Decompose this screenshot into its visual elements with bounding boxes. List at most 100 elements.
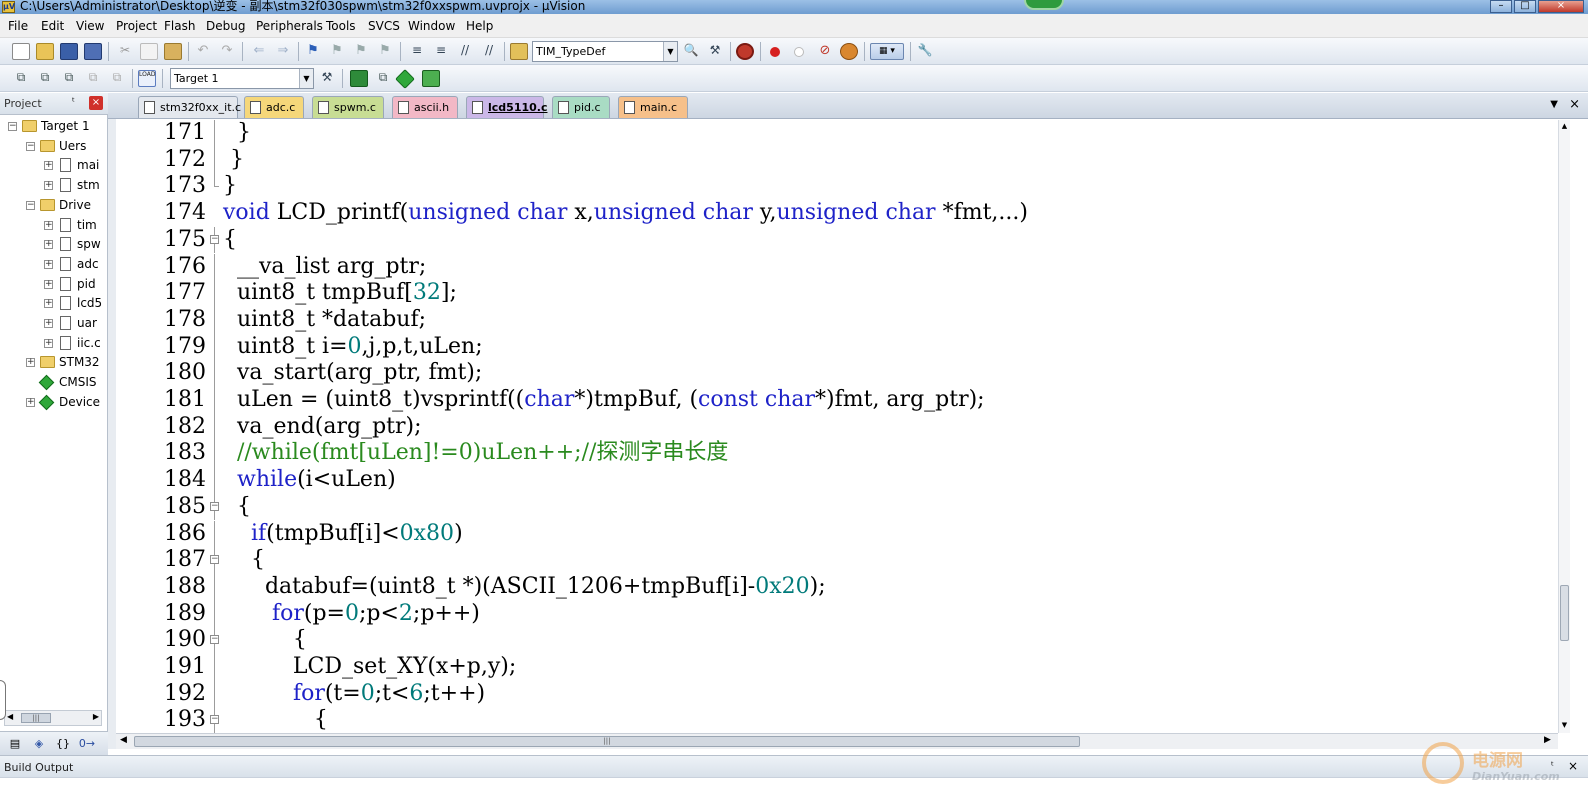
tree-item[interactable]: + STM32	[0, 353, 106, 372]
templates-tab-icon[interactable]: 0→	[76, 735, 98, 753]
tree-item[interactable]: − Drive	[0, 196, 106, 215]
indent-icon[interactable]: ≡	[408, 43, 426, 60]
menu-peripherals[interactable]: Peripherals	[256, 19, 323, 33]
tree-item[interactable]: + stm	[0, 176, 106, 195]
tab-file[interactable]: main.c	[618, 96, 688, 118]
tab-file[interactable]: stm32f0xx_it.c	[138, 96, 241, 118]
menu-svcs[interactable]: SVCS	[368, 19, 400, 33]
vscroll-thumb[interactable]	[1560, 585, 1569, 641]
close-window-button[interactable]: ×	[1538, 0, 1584, 13]
project-tab-icon[interactable]: ▤	[4, 735, 26, 753]
find-icon[interactable]: 🔍	[682, 43, 700, 60]
tree-item[interactable]: + uar	[0, 314, 106, 333]
hscroll-thumb[interactable]: |||	[134, 736, 1080, 747]
cut-icon[interactable]: ✂	[116, 43, 134, 60]
functions-tab-icon[interactable]: {}	[52, 735, 74, 753]
menu-flash[interactable]: Flash	[164, 19, 195, 33]
code-line[interactable]: while(i<uLen)	[223, 467, 396, 494]
menu-edit[interactable]: Edit	[41, 19, 64, 33]
menu-view[interactable]: View	[76, 19, 104, 33]
incremental-find-icon[interactable]: ⚒	[706, 43, 724, 60]
new-file-icon[interactable]	[12, 43, 30, 60]
copy-icon[interactable]	[140, 43, 158, 60]
minimize-button[interactable]: –	[1490, 0, 1512, 13]
target-combo[interactable]: Target 1 ▼	[170, 68, 314, 89]
expand-icon[interactable]: +	[44, 181, 53, 191]
debug-session-icon[interactable]	[736, 43, 754, 60]
tab-file[interactable]: spwm.c	[312, 96, 384, 118]
books-tab-icon[interactable]: ◈	[28, 735, 50, 753]
save-all-icon[interactable]	[84, 43, 102, 60]
code-line[interactable]: uLen = (uint8_t)vsprintf((char*)tmpBuf, …	[223, 387, 985, 414]
expand-icon[interactable]: +	[44, 259, 53, 269]
save-icon[interactable]	[60, 43, 78, 60]
expand-icon[interactable]: +	[44, 338, 53, 348]
code-line[interactable]: if(tmpBuf[i]<0x80)	[223, 521, 463, 548]
collapse-icon[interactable]: −	[210, 234, 219, 244]
code-line[interactable]: }	[223, 147, 244, 174]
code-line[interactable]: }	[223, 120, 251, 147]
expand-icon[interactable]: +	[44, 319, 53, 328]
collapse-icon[interactable]: −	[26, 141, 35, 151]
scroll-down-icon[interactable]: ▼	[1560, 721, 1569, 729]
collapse-icon[interactable]: −	[26, 200, 35, 210]
scroll-left-icon[interactable]: ◀	[7, 712, 13, 721]
collapse-icon[interactable]: −	[210, 555, 219, 565]
collapse-icon[interactable]: −	[210, 501, 219, 511]
pack-installer-icon[interactable]	[422, 70, 440, 87]
rebuild-icon[interactable]: ⧉	[60, 70, 78, 87]
bookmark-icon[interactable]: ⚑	[304, 43, 322, 60]
build-icon[interactable]: ⧉	[36, 70, 54, 87]
close-tab-icon[interactable]: ×	[1569, 97, 1580, 112]
tree-item[interactable]: + lcd5	[0, 294, 106, 313]
stop-build-icon[interactable]: ⧉	[108, 70, 126, 87]
menu-project[interactable]: Project	[116, 19, 157, 33]
tree-item[interactable]: + spw	[0, 235, 106, 254]
find-combo[interactable]: TIM_TypeDef ▼	[532, 41, 678, 62]
project-hscrollbar[interactable]: ◀ ||| ▶	[4, 710, 102, 726]
tree-item[interactable]: − Uers	[0, 137, 106, 156]
target-options-icon[interactable]: ⚒	[318, 70, 336, 87]
kill-breakpoints-icon[interactable]: ⊘	[816, 43, 834, 60]
code-line[interactable]: }	[223, 173, 237, 200]
code-line[interactable]: void LCD_printf(unsigned char x,unsigned…	[223, 200, 1028, 227]
expand-icon[interactable]: +	[44, 240, 53, 250]
tree-item[interactable]: + mai	[0, 156, 106, 175]
fold-marker[interactable]: −	[210, 226, 220, 254]
clear-bookmarks-icon[interactable]: ⚑	[376, 43, 394, 60]
undo-icon[interactable]: ↶	[194, 43, 212, 60]
code-line[interactable]: {	[223, 227, 237, 254]
editor-vscrollbar[interactable]: ▲ ▼	[1558, 120, 1570, 733]
expand-icon[interactable]: +	[44, 161, 53, 171]
fold-marker[interactable]: −	[210, 707, 220, 733]
code-line[interactable]: databuf=(uint8_t *)(ASCII_1206+tmpBuf[i]…	[223, 574, 826, 601]
disable-breakpoint-icon[interactable]	[794, 47, 804, 57]
breakpoint-icon[interactable]	[770, 47, 780, 57]
configure-icon[interactable]: 🔧	[916, 43, 934, 60]
tree-item[interactable]: CMSIS	[0, 373, 106, 392]
expand-icon[interactable]: +	[44, 299, 53, 309]
next-bookmark-icon[interactable]: ⚑	[352, 43, 370, 60]
tab-file[interactable]: lcd5110.c	[466, 96, 547, 118]
code-line[interactable]: {	[223, 547, 265, 574]
fold-marker[interactable]: −	[210, 627, 220, 654]
scroll-thumb[interactable]: |||	[21, 713, 51, 723]
code-line[interactable]: uint8_t tmpBuf[32];	[223, 280, 457, 307]
tab-list-icon[interactable]: ▼	[1550, 99, 1558, 110]
tree-item[interactable]: + tim	[0, 216, 106, 235]
expand-icon[interactable]: +	[26, 358, 35, 368]
collapse-icon[interactable]: −	[8, 122, 17, 131]
code-line[interactable]: for(t=0;t<6;t++)	[223, 681, 485, 708]
nav-back-icon[interactable]: ⇐	[250, 43, 268, 60]
tab-file[interactable]: adc.c	[244, 96, 304, 118]
fold-marker[interactable]: −	[210, 493, 220, 521]
code-line[interactable]: LCD_set_XY(x+p,y);	[223, 654, 516, 681]
window-layout-dropdown[interactable]: ▦ ▾	[870, 43, 904, 60]
tree-item[interactable]: + pid	[0, 275, 106, 294]
collapse-icon[interactable]: −	[210, 635, 219, 645]
code-line[interactable]: __va_list arg_ptr;	[223, 254, 426, 281]
code-editor[interactable]: 171 } 172 } 173} 174 void LCD_printf(unsigne…	[116, 120, 1562, 733]
code-line[interactable]: va_start(arg_ptr, fmt);	[223, 360, 482, 387]
scroll-right-icon[interactable]: ▶	[93, 712, 99, 721]
redo-icon[interactable]: ↷	[218, 43, 236, 60]
